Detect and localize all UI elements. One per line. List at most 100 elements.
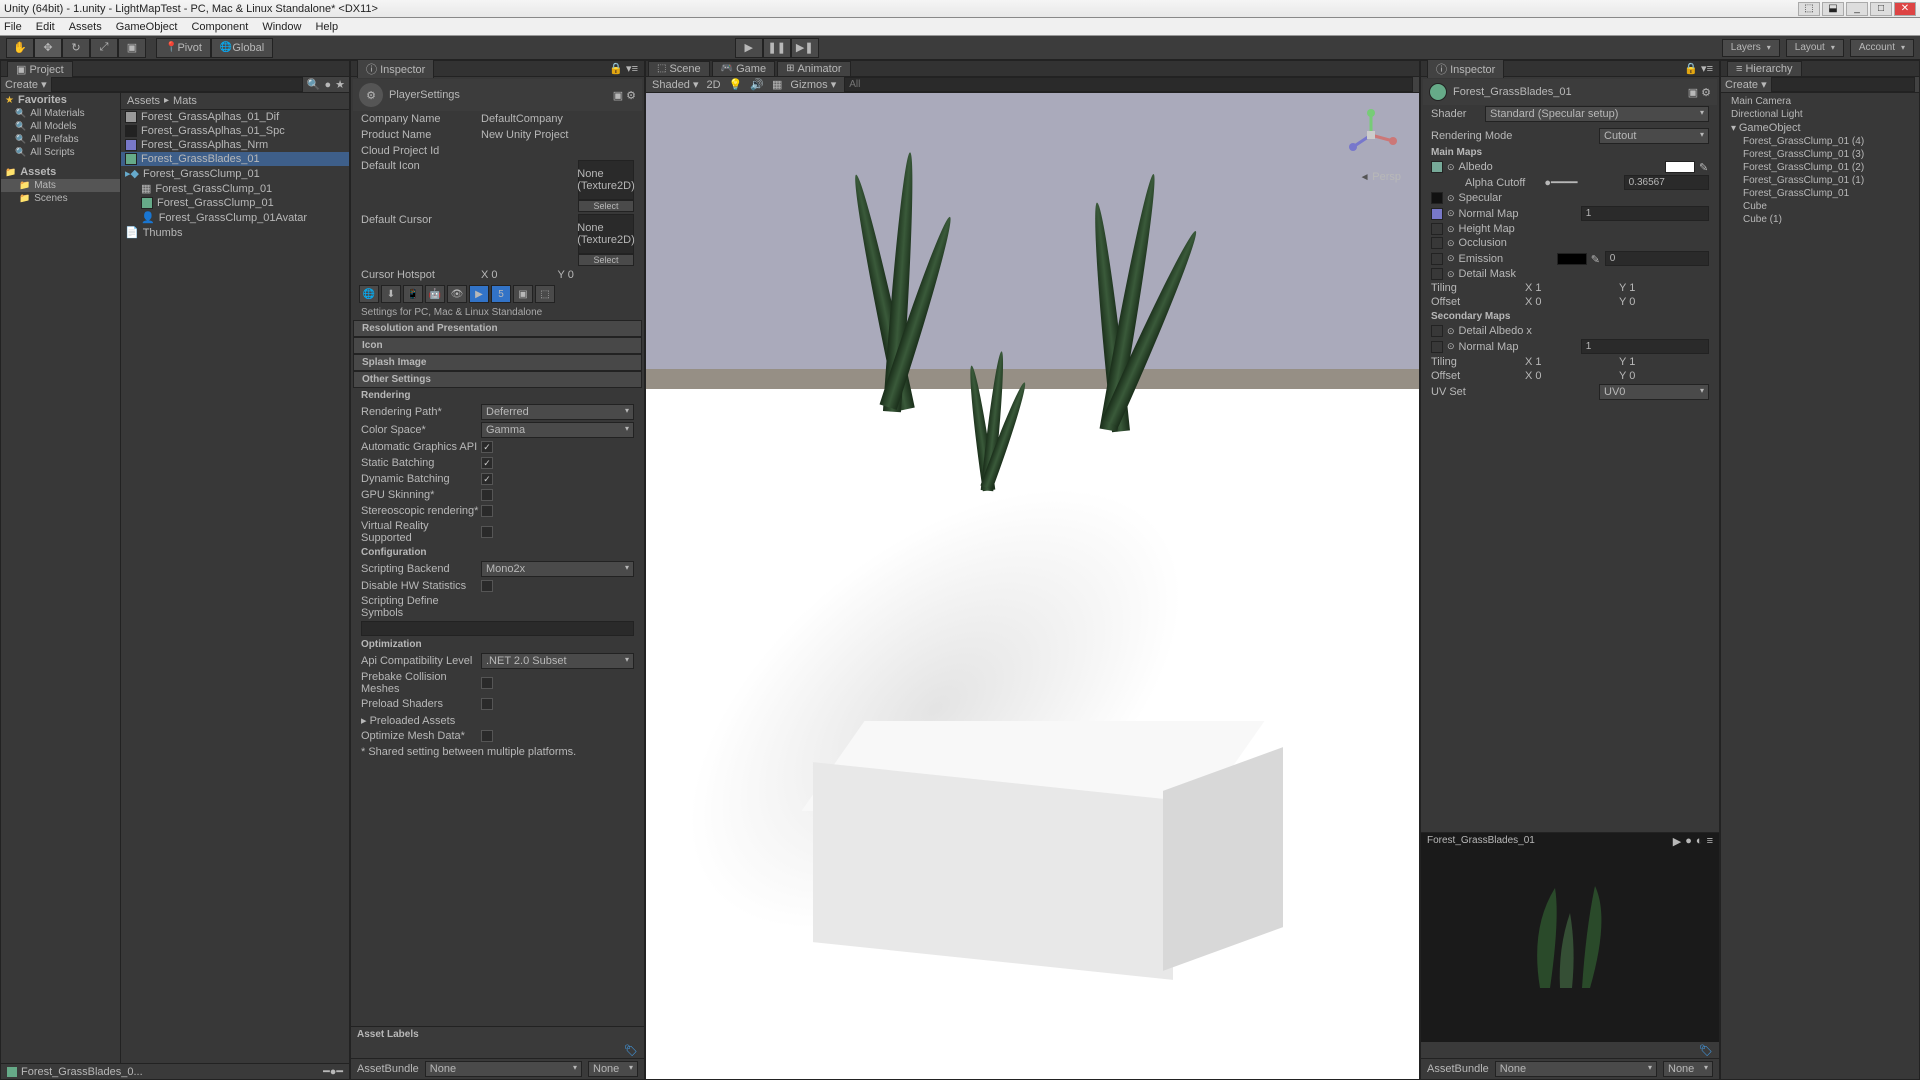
hierarchy-item[interactable]: ▾ GameObject	[1723, 121, 1917, 135]
fav-all-materials[interactable]: All Materials	[1, 107, 120, 120]
scene-viewport[interactable]: ◄ Persp	[646, 93, 1419, 1079]
list-item[interactable]: Forest_GrassAplhas_Nrm	[121, 138, 349, 152]
label-tag-icon[interactable]: 🏷	[1699, 1045, 1713, 1057]
fav-all-models[interactable]: All Models	[1, 120, 120, 133]
select-cursor-button[interactable]: Select	[578, 254, 634, 266]
color-space-dropdown[interactable]: Gamma	[481, 422, 634, 438]
layout-dropdown[interactable]: Layout	[1786, 39, 1844, 57]
label-tag-icon[interactable]: 🏷	[624, 1045, 638, 1057]
detailmask-texture-slot[interactable]	[1431, 268, 1443, 280]
fav-all-prefabs[interactable]: All Prefabs	[1, 133, 120, 146]
tiling-x[interactable]: X 1	[1525, 282, 1615, 294]
menu-gameobject[interactable]: GameObject	[116, 21, 178, 33]
list-item[interactable]: Forest_GrassAplhas_01_Dif	[121, 110, 349, 124]
scale-tool[interactable]: ⤢	[90, 38, 118, 58]
inspector2-tab[interactable]: ⓘ Inspector	[1427, 59, 1504, 78]
menu-component[interactable]: Component	[191, 21, 248, 33]
pivot-toggle[interactable]: 📍Pivot	[156, 38, 211, 58]
project-search[interactable]	[51, 77, 303, 92]
hierarchy-search[interactable]	[1771, 77, 1915, 92]
secondary-normal-slot[interactable]	[1431, 341, 1443, 353]
detail-albedo-slot[interactable]	[1431, 325, 1443, 337]
separate-icon[interactable]: ⬚	[1798, 2, 1820, 16]
list-item[interactable]: 📄Thumbs	[121, 225, 349, 240]
folder-scenes[interactable]: Scenes	[1, 192, 120, 205]
step-button[interactable]: ▶❚	[791, 38, 819, 58]
assetbundle-dropdown[interactable]: None	[425, 1061, 582, 1077]
list-item[interactable]: ▸◆Forest_GrassClump_01	[121, 166, 349, 181]
section-icon[interactable]: Icon	[353, 337, 642, 354]
section-splash[interactable]: Splash Image	[353, 354, 642, 371]
list-item[interactable]: Forest_GrassAplhas_01_Spc	[121, 124, 349, 138]
platform-other-icon[interactable]: ⬚	[535, 285, 555, 303]
albedo-texture-slot[interactable]	[1431, 161, 1443, 173]
albedo-color[interactable]	[1665, 161, 1695, 173]
menu-file[interactable]: File	[4, 21, 22, 33]
hierarchy-item[interactable]: Forest_GrassClump_01 (1)	[1723, 174, 1917, 187]
shader-dropdown[interactable]: Standard (Specular setup)	[1485, 106, 1709, 122]
vr-checkbox[interactable]	[481, 526, 493, 538]
menu-window[interactable]: Window	[262, 21, 301, 33]
height-texture-slot[interactable]	[1431, 223, 1443, 235]
hierarchy-item[interactable]: Main Camera	[1723, 95, 1917, 108]
inspector1-tab[interactable]: ⓘ Inspector	[357, 59, 434, 78]
hierarchy-item[interactable]: Directional Light	[1723, 108, 1917, 121]
list-item[interactable]: ▦Forest_GrassClump_01	[121, 181, 349, 196]
platform-web-icon[interactable]: 🌐	[359, 285, 379, 303]
static-batch-checkbox[interactable]	[481, 457, 493, 469]
bc-assets[interactable]: Assets	[127, 95, 160, 107]
platform-android-icon[interactable]: 🤖	[425, 285, 445, 303]
emission-texture-slot[interactable]	[1431, 253, 1443, 265]
move-tool[interactable]: ✥	[34, 38, 62, 58]
eyedropper-icon[interactable]: ✎	[1699, 161, 1709, 173]
fx-toggle-icon[interactable]: ▦	[772, 78, 782, 91]
dyn-batch-checkbox[interactable]	[481, 473, 493, 485]
scene-tab[interactable]: ⬚ Scene	[648, 61, 710, 77]
pause-button[interactable]: ❚❚	[763, 38, 791, 58]
orientation-gizmo[interactable]	[1341, 105, 1401, 165]
hierarchy-item[interactable]: Forest_GrassClump_01 (3)	[1723, 148, 1917, 161]
menu-assets[interactable]: Assets	[69, 21, 102, 33]
rendering-path-dropdown[interactable]: Deferred	[481, 404, 634, 420]
stereo-checkbox[interactable]	[481, 505, 493, 517]
platform-standalone-icon[interactable]: ▶	[469, 285, 489, 303]
layers-dropdown[interactable]: Layers	[1722, 39, 1780, 57]
audio-toggle-icon[interactable]: 🔊	[750, 78, 764, 91]
scene-search[interactable]	[844, 77, 1413, 92]
menu-help[interactable]: Help	[315, 21, 338, 33]
assetbundle-variant-dropdown[interactable]: None	[588, 1061, 638, 1077]
folder-mats[interactable]: Mats	[1, 179, 120, 192]
rendering-mode-dropdown[interactable]: Cutout	[1599, 128, 1709, 144]
select-icon-button[interactable]: Select	[578, 200, 634, 212]
list-item[interactable]: Forest_GrassBlades_01	[121, 152, 349, 166]
auto-graphics-checkbox[interactable]	[481, 441, 493, 453]
default-cursor-slot[interactable]: None (Texture2D)	[578, 214, 634, 254]
hierarchy-item[interactable]: Cube (1)	[1723, 213, 1917, 226]
eyedropper-icon[interactable]: ✎	[1591, 253, 1601, 265]
gizmos-dropdown[interactable]: Gizmos ▾	[790, 78, 836, 91]
default-icon-slot[interactable]: None (Texture2D)	[578, 160, 634, 200]
offset-x[interactable]: X 0	[1525, 296, 1615, 308]
project-tab[interactable]: ▣ Project	[7, 61, 73, 77]
animator-tab[interactable]: ⊞ Animator	[777, 61, 850, 77]
product-name[interactable]: New Unity Project	[481, 129, 634, 141]
company-name[interactable]: DefaultCompany	[481, 113, 634, 125]
persp-label[interactable]: ◄ Persp	[1360, 171, 1401, 183]
rect-tool[interactable]: ▣	[118, 38, 146, 58]
maximize-button[interactable]: □	[1870, 2, 1892, 16]
api-compat-dropdown[interactable]: .NET 2.0 Subset	[481, 653, 634, 669]
secondary-normal-strength[interactable]	[1581, 339, 1709, 354]
specular-texture-slot[interactable]	[1431, 192, 1443, 204]
hierarchy-item[interactable]: Forest_GrassClump_01 (2)	[1723, 161, 1917, 174]
platform-samsung-icon[interactable]: ▣	[513, 285, 533, 303]
preview-play-icon[interactable]: ▶	[1673, 835, 1681, 848]
material-preview[interactable]: Forest_GrassBlades_01 ▶ ● ◐ ≡	[1421, 832, 1719, 1042]
hand-tool[interactable]: ✋	[6, 38, 34, 58]
occlusion-texture-slot[interactable]	[1431, 237, 1443, 249]
hierarchy-item[interactable]: Forest_GrassClump_01	[1723, 187, 1917, 200]
normal-strength[interactable]	[1581, 206, 1709, 221]
minimize-button[interactable]: _	[1846, 2, 1868, 16]
tiling-y[interactable]: Y 1	[1619, 282, 1709, 294]
shaded-dropdown[interactable]: Shaded ▾	[652, 78, 699, 91]
preview-light-icon[interactable]: ●	[1685, 835, 1692, 848]
